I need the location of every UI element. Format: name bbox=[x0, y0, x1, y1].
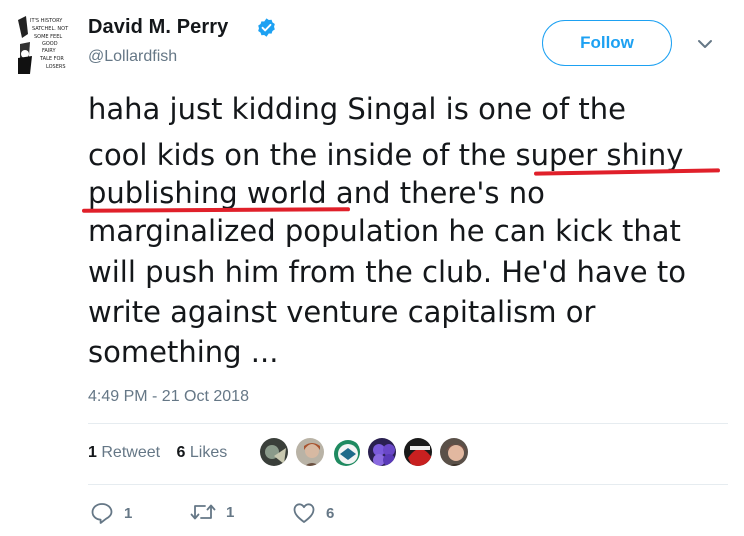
author-display-name[interactable]: David M. Perry bbox=[88, 16, 228, 39]
liker-avatar[interactable] bbox=[330, 436, 362, 468]
divider bbox=[88, 484, 728, 485]
reply-count: 1 bbox=[124, 504, 133, 522]
avatar-text-7: LOSERS bbox=[46, 64, 66, 70]
avatar-text-5: FAIRY bbox=[42, 48, 56, 54]
likes-stat[interactable]: 6 Likes bbox=[177, 444, 228, 461]
avatar-text-6: TALE FOR bbox=[39, 56, 64, 62]
tweet-line: haha just kidding Singal is one of the bbox=[88, 92, 627, 126]
liker-avatar[interactable] bbox=[402, 436, 434, 468]
retweet-stat[interactable]: 1 Retweet bbox=[88, 444, 160, 461]
annotation-underline bbox=[81, 207, 351, 213]
like-count: 6 bbox=[326, 504, 335, 522]
author-handle[interactable]: @Lollardfish bbox=[88, 48, 177, 66]
heart-icon bbox=[293, 503, 315, 523]
avatar-text-2: SATCHEL. NOT bbox=[32, 26, 69, 32]
verified-badge-icon bbox=[258, 18, 275, 37]
retweet-count: 1 bbox=[226, 503, 235, 521]
engagement-stats: 1 Retweet 6 Likes bbox=[88, 444, 239, 462]
avatar-text-3: SOME FEEL bbox=[34, 34, 62, 40]
retweet-stat-label: Retweet bbox=[101, 444, 161, 461]
author-avatar[interactable]: IT'S HISTORY SATCHEL. NOT SOME FEEL GOOD… bbox=[16, 14, 71, 76]
likes-stat-label: Likes bbox=[189, 444, 228, 461]
avatar-text-4: GOOD bbox=[42, 41, 58, 47]
retweet-icon bbox=[190, 504, 216, 520]
liker-avatar[interactable] bbox=[258, 436, 290, 468]
tweet-line: will push him from the club. He'd have t… bbox=[88, 255, 686, 289]
tweet-line: cool kids on the inside of the super shi… bbox=[88, 138, 684, 172]
likes-stat-count: 6 bbox=[176, 444, 186, 461]
avatar-text-1: IT'S HISTORY bbox=[30, 18, 63, 24]
follow-button[interactable]: Follow bbox=[542, 20, 672, 66]
liker-avatar[interactable] bbox=[366, 436, 398, 468]
tweet-line: something ... bbox=[88, 335, 279, 369]
reply-icon bbox=[91, 503, 113, 524]
retweet-button[interactable]: 1 bbox=[190, 502, 234, 522]
liker-avatar[interactable] bbox=[438, 436, 470, 468]
divider bbox=[88, 423, 728, 424]
tweet-line: write against venture capitalism or bbox=[88, 295, 596, 329]
tweet-card: IT'S HISTORY SATCHEL. NOT SOME FEEL GOOD… bbox=[0, 0, 744, 536]
chevron-down-icon[interactable] bbox=[697, 38, 713, 50]
like-button[interactable]: 6 bbox=[292, 502, 334, 524]
liker-avatar[interactable] bbox=[294, 436, 326, 468]
retweet-stat-count: 1 bbox=[88, 444, 97, 461]
tweet-line: publishing world and there's no bbox=[88, 176, 545, 210]
reply-button[interactable]: 1 bbox=[90, 502, 132, 524]
tweet-line: marginalized population he can kick that bbox=[88, 214, 681, 248]
tweet-timestamp[interactable]: 4:49 PM - 21 Oct 2018 bbox=[88, 388, 249, 406]
